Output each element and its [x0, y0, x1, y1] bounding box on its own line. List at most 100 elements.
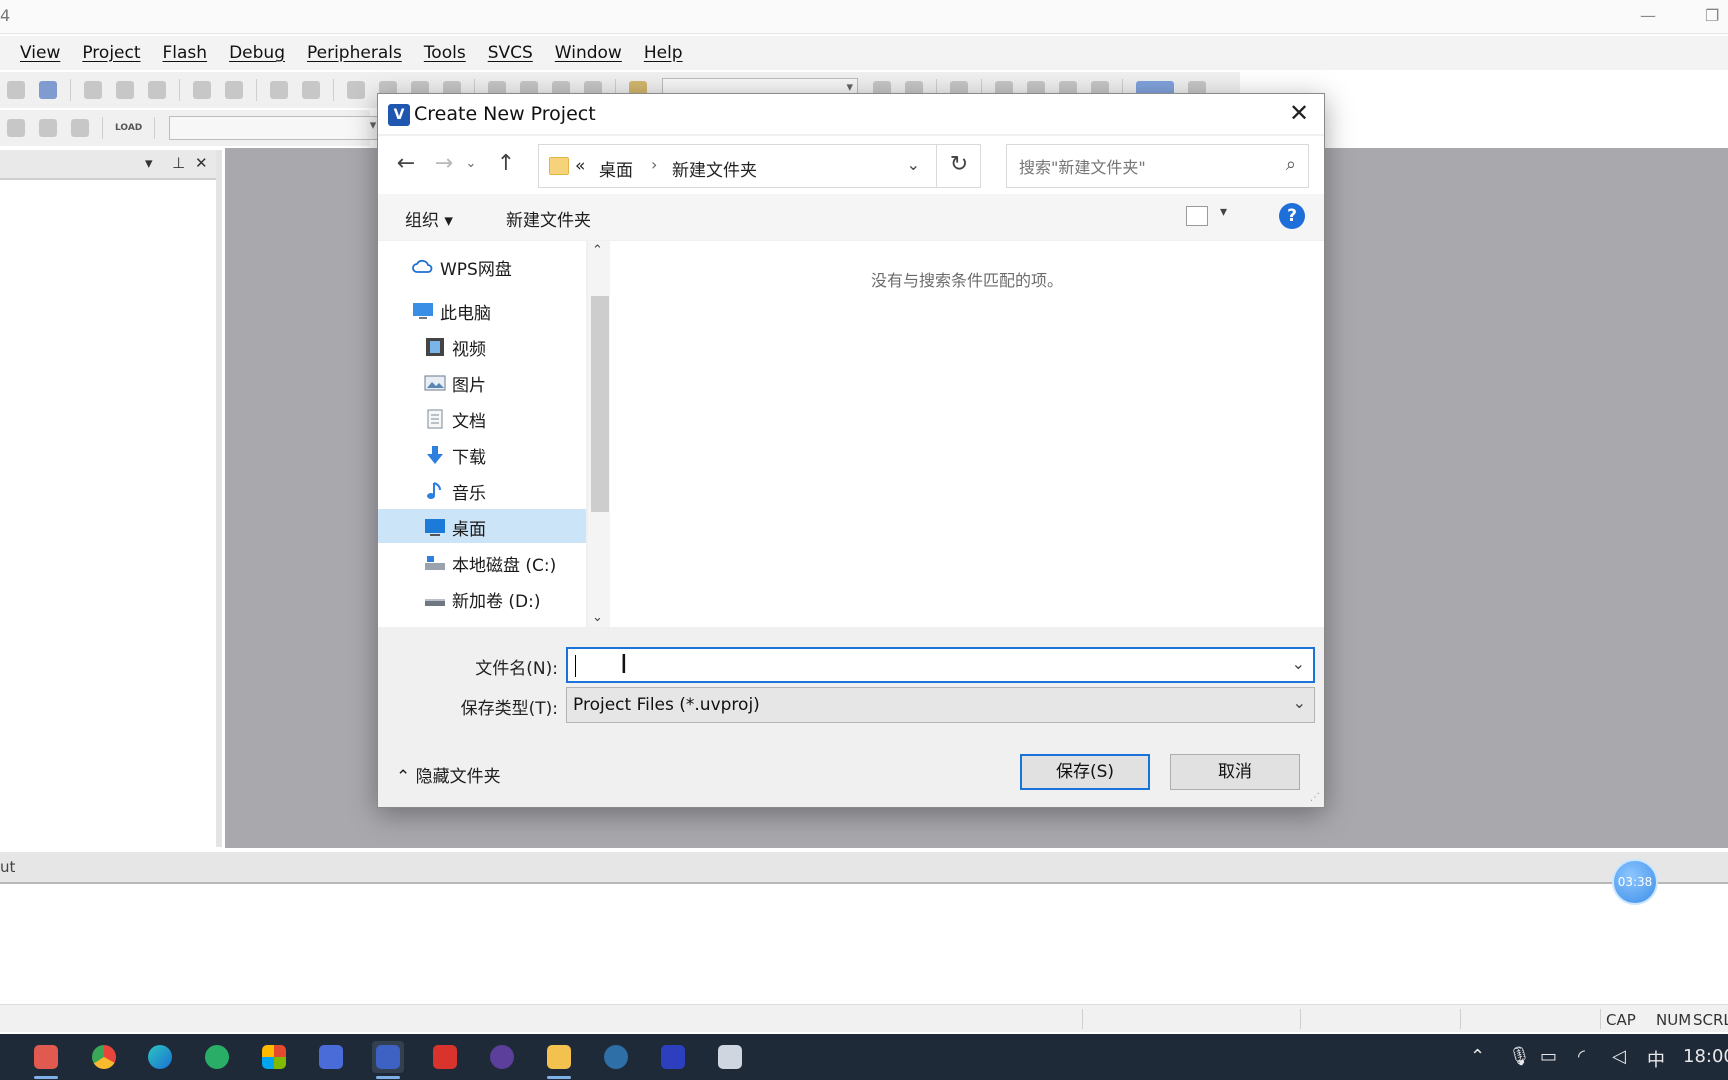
- nav-item-this-pc[interactable]: 此电脑: [378, 293, 586, 327]
- menu-tools[interactable]: Tools: [424, 43, 466, 63]
- volume-icon[interactable]: ◁: [1612, 1046, 1626, 1067]
- load-button[interactable]: LOAD: [115, 123, 142, 133]
- menu-help[interactable]: Help: [644, 43, 683, 63]
- address-bar[interactable]: « 桌面 › 新建文件夹 ⌄: [538, 144, 981, 188]
- taskbar-acrobat[interactable]: [429, 1041, 461, 1073]
- menu-flash[interactable]: Flash: [163, 43, 208, 63]
- video-icon: [426, 338, 444, 356]
- rebuild-icon[interactable]: [71, 119, 89, 137]
- breadcrumb-overflow[interactable]: «: [575, 156, 585, 176]
- nav-forward-icon[interactable]: [302, 81, 320, 99]
- target-select[interactable]: [169, 116, 382, 140]
- menu-view[interactable]: View: [20, 43, 60, 63]
- redo-icon[interactable]: [225, 81, 243, 99]
- bookmark-icon[interactable]: [347, 81, 365, 99]
- nav-item-local-disk-c[interactable]: 本地磁盘 (C:): [378, 545, 586, 579]
- hide-folders-label: 隐藏文件夹: [415, 767, 501, 787]
- save-all-icon[interactable]: [39, 81, 57, 99]
- filetype-select[interactable]: Project Files (*.uvproj) ⌄: [566, 687, 1315, 723]
- nav-item-desktop[interactable]: 桌面: [378, 509, 586, 543]
- view-dropdown-icon[interactable]: ▾: [1220, 204, 1227, 220]
- recording-timer-badge[interactable]: 03:38: [1612, 859, 1658, 905]
- music-icon: [427, 482, 441, 499]
- taskbar-isis[interactable]: [657, 1041, 689, 1073]
- wifi-icon[interactable]: ◜: [1578, 1046, 1585, 1067]
- chevron-down-icon[interactable]: ⌄: [907, 155, 920, 174]
- menu-peripherals[interactable]: Peripherals: [307, 43, 402, 63]
- taskbar-chrome[interactable]: [88, 1041, 120, 1073]
- translate-icon[interactable]: [7, 119, 25, 137]
- menu-project[interactable]: Project: [82, 43, 140, 63]
- file-list: 没有与搜索条件匹配的项。: [610, 241, 1324, 627]
- navigation-scrollbar[interactable]: ⌃ ⌄: [588, 241, 610, 627]
- panel-menu-icon[interactable]: ▾: [145, 154, 153, 172]
- nav-item-wps-cloud[interactable]: WPS网盘: [378, 249, 586, 283]
- taskbar-file-explorer[interactable]: [543, 1041, 575, 1079]
- cut-icon[interactable]: [84, 81, 102, 99]
- nav-item-documents[interactable]: 文档: [378, 401, 586, 435]
- nav-back-icon[interactable]: [270, 81, 288, 99]
- battery-icon[interactable]: ▭: [1540, 1046, 1557, 1067]
- menu-debug[interactable]: Debug: [229, 43, 285, 63]
- nav-item-downloads[interactable]: 下载: [378, 437, 586, 471]
- scrollbar-thumb[interactable]: [591, 296, 609, 512]
- up-arrow-icon[interactable]: ↑: [492, 150, 520, 178]
- chevron-down-icon[interactable]: ⌄: [1292, 654, 1305, 673]
- organize-button[interactable]: 组织 ▾: [405, 206, 453, 231]
- filename-field[interactable]: I ⌄: [566, 647, 1315, 683]
- pin-icon[interactable]: ⊥: [172, 154, 185, 172]
- save-button[interactable]: 保存(S): [1020, 754, 1150, 790]
- taskbar-wps[interactable]: [315, 1041, 347, 1073]
- microphone-icon[interactable]: 🎙: [1508, 1046, 1531, 1067]
- filename-input[interactable]: [574, 655, 1274, 677]
- scroll-up-icon[interactable]: ⌃: [592, 243, 603, 258]
- paint-icon: [34, 1045, 58, 1069]
- new-folder-button[interactable]: 新建文件夹: [506, 206, 591, 231]
- taskbar-eclipse[interactable]: [486, 1041, 518, 1073]
- desktop-icon: [425, 519, 445, 536]
- breadcrumb-separator-icon[interactable]: ›: [651, 155, 657, 174]
- taskbar-edge[interactable]: [144, 1041, 176, 1073]
- forward-arrow-icon[interactable]: →: [430, 150, 458, 178]
- nav-item-volume-d[interactable]: 新加卷 (D:): [378, 581, 586, 615]
- ime-indicator[interactable]: 中: [1647, 1046, 1665, 1072]
- tray-overflow-icon[interactable]: ⌃: [1470, 1046, 1485, 1067]
- hide-folders-toggle[interactable]: ⌃ 隐藏文件夹: [396, 762, 501, 787]
- back-arrow-icon[interactable]: ←: [392, 150, 420, 178]
- help-icon[interactable]: ?: [1279, 203, 1305, 229]
- close-icon[interactable]: ✕: [1284, 98, 1314, 128]
- taskbar-office[interactable]: [258, 1041, 290, 1073]
- paste-icon[interactable]: [148, 81, 166, 99]
- output-title: ut: [0, 858, 16, 876]
- breadcrumb-new-folder[interactable]: 新建文件夹: [672, 156, 757, 181]
- view-options-icon[interactable]: [1186, 206, 1208, 226]
- build-icon[interactable]: [39, 119, 57, 137]
- taskbar-keil[interactable]: [372, 1041, 404, 1079]
- minimize-icon[interactable]: —: [1640, 6, 1656, 25]
- scroll-down-icon[interactable]: ⌄: [592, 610, 603, 625]
- undo-icon[interactable]: [193, 81, 211, 99]
- resize-grip-icon[interactable]: ⋰: [1310, 792, 1320, 803]
- recent-locations-icon[interactable]: ⌄: [463, 150, 479, 178]
- nav-item-videos[interactable]: 视频: [378, 329, 586, 363]
- nav-item-music[interactable]: 音乐: [378, 473, 586, 507]
- breadcrumb-desktop[interactable]: 桌面: [599, 156, 633, 181]
- taskbar-paint[interactable]: [30, 1041, 62, 1079]
- refresh-icon[interactable]: ↻: [936, 144, 981, 188]
- copy-icon[interactable]: [116, 81, 134, 99]
- chevron-down-icon[interactable]: ⌄: [1293, 693, 1306, 712]
- nav-label: 本地磁盘 (C:): [452, 556, 557, 576]
- clock[interactable]: 18:00: [1683, 1046, 1728, 1067]
- search-icon[interactable]: ⌕: [1286, 154, 1296, 175]
- nav-item-pictures[interactable]: 图片: [378, 365, 586, 399]
- taskbar-arduino[interactable]: [600, 1041, 632, 1073]
- taskbar-wechat[interactable]: [201, 1041, 233, 1073]
- taskbar-tools[interactable]: [714, 1041, 746, 1073]
- cancel-button[interactable]: 取消: [1170, 754, 1300, 790]
- search-input[interactable]: [1019, 155, 1269, 179]
- save-icon[interactable]: [7, 81, 25, 99]
- panel-close-icon[interactable]: ✕: [195, 154, 208, 172]
- menu-svcs[interactable]: SVCS: [488, 43, 533, 63]
- menu-window[interactable]: Window: [555, 43, 622, 63]
- restore-icon[interactable]: ❐: [1705, 6, 1719, 25]
